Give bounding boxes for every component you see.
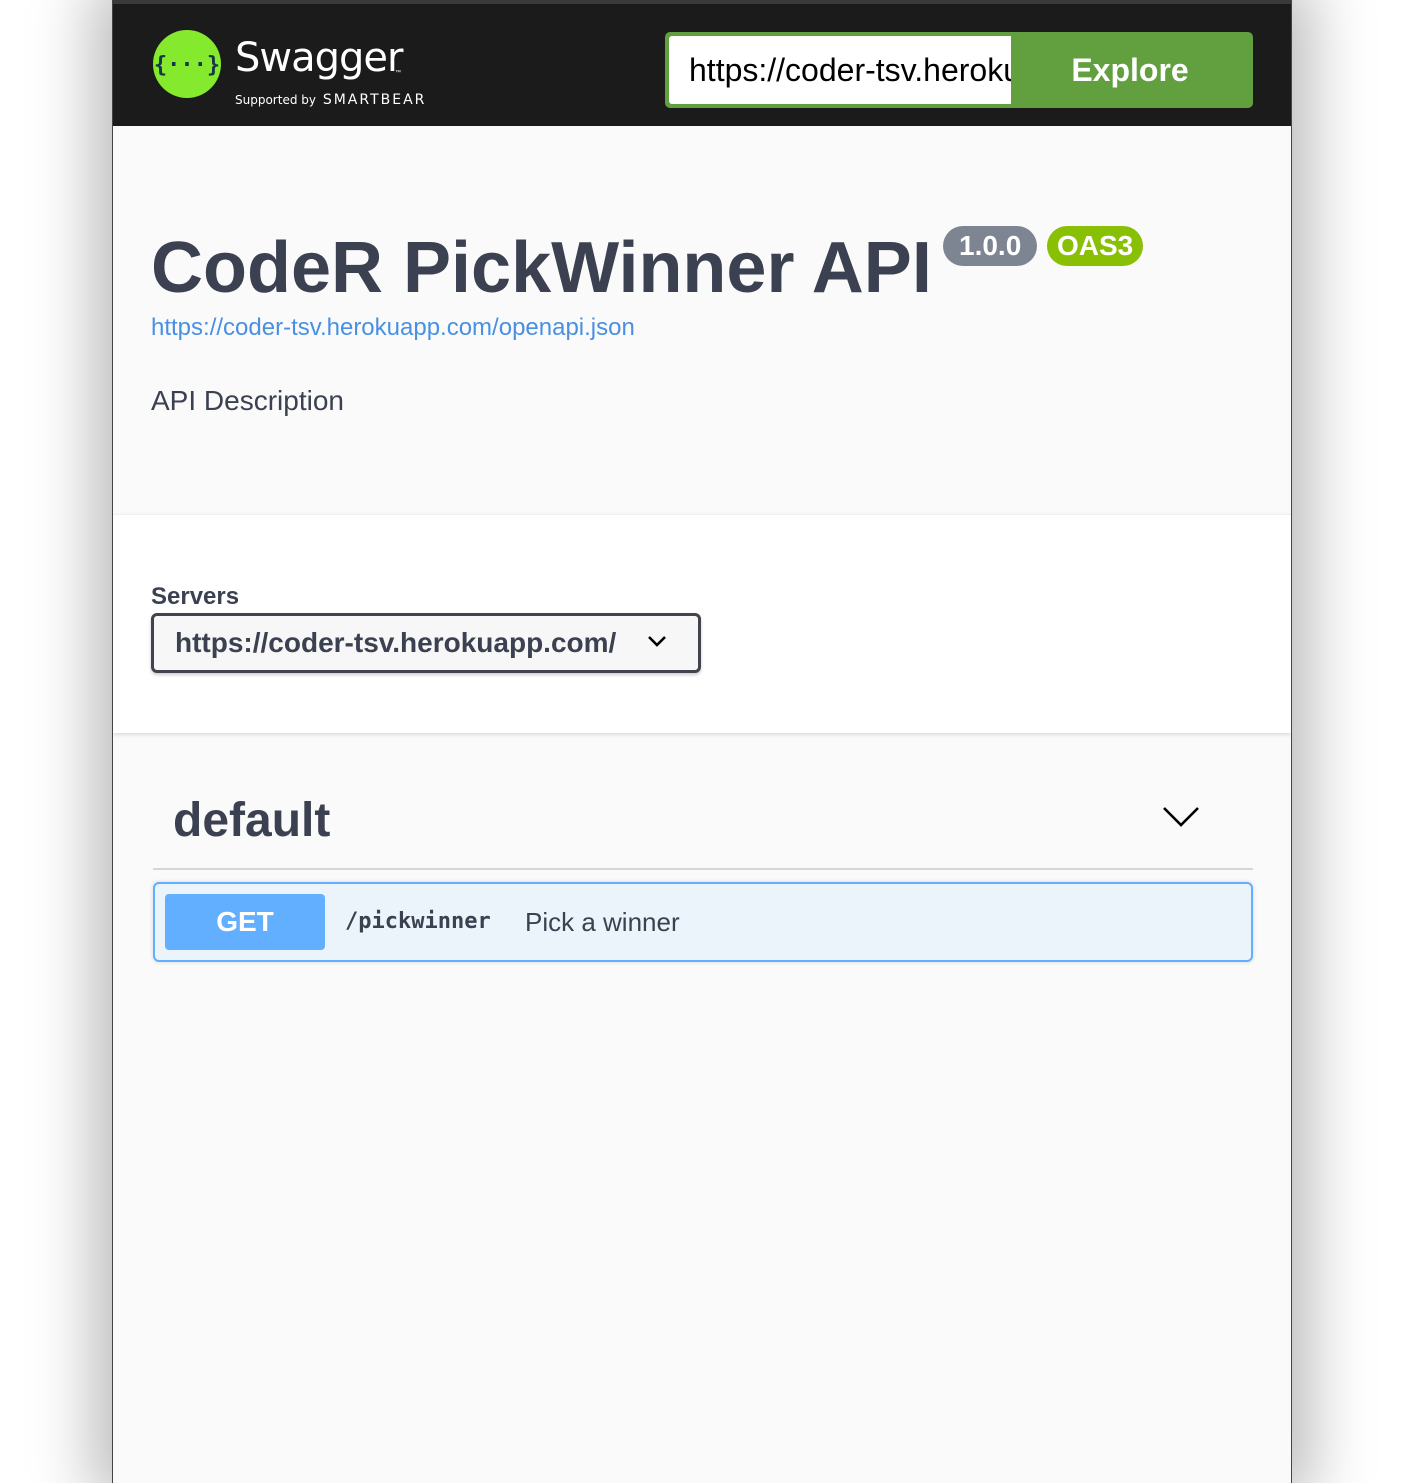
- method-badge: GET: [165, 894, 325, 950]
- tag-default-header[interactable]: default: [153, 780, 1253, 870]
- brand-smartbear: SMARTBEAR: [322, 92, 427, 108]
- servers-section: Servers https://coder-tsv.herokuapp.com/: [113, 514, 1291, 733]
- api-description: API Description: [151, 385, 344, 416]
- spec-url-input[interactable]: [669, 36, 1011, 104]
- chevron-down-icon: [648, 636, 666, 647]
- brand-supported-label: Supported by: [235, 93, 316, 107]
- tag-name: default: [173, 794, 331, 847]
- info-section: CodeR PickWinner API 1.0.0 OAS3 https://…: [113, 126, 1291, 514]
- opblock-get-pickwinner[interactable]: GET /pickwinner Pick a winner: [153, 882, 1253, 962]
- brand-trademark: ™: [395, 70, 401, 76]
- swagger-logo-icon[interactable]: {···}: [153, 30, 221, 98]
- chevron-down-icon[interactable]: [1161, 804, 1201, 830]
- oas-badge: OAS3: [1047, 226, 1144, 266]
- servers-select[interactable]: https://coder-tsv.herokuapp.com/: [151, 613, 701, 673]
- servers-label: Servers: [151, 583, 240, 610]
- explore-form: Explore: [665, 32, 1253, 108]
- version-badge: 1.0.0: [943, 226, 1038, 266]
- operation-summary: Pick a winner: [525, 907, 680, 937]
- brand-supported-by: Supported by SMARTBEAR: [235, 92, 426, 108]
- topbar: {···} Swagger ™ Supported by SMARTBEAR E…: [113, 0, 1291, 126]
- brand-name: Swagger: [235, 35, 403, 81]
- explore-button[interactable]: Explore: [1011, 36, 1249, 104]
- operation-path: /pickwinner: [345, 909, 491, 934]
- logo-glyph: {···}: [154, 53, 220, 78]
- servers-selected-value: https://coder-tsv.herokuapp.com/: [175, 627, 617, 658]
- api-title: CodeR PickWinner API: [151, 228, 932, 308]
- swagger-window: {···} Swagger ™ Supported by SMARTBEAR E…: [112, 0, 1292, 1483]
- spec-link[interactable]: https://coder-tsv.herokuapp.com/openapi.…: [151, 314, 635, 342]
